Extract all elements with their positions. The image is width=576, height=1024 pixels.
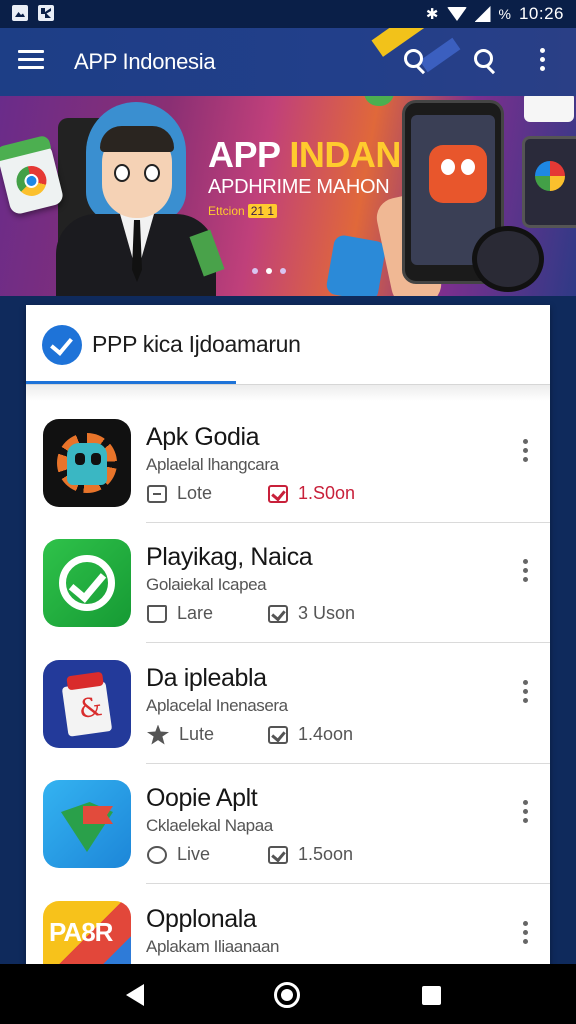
app-meta-status: Live	[147, 844, 210, 865]
app-meta-downloads: 1.5oon	[268, 844, 353, 865]
app-title: APP Indonesia	[74, 49, 216, 74]
item-more-icon[interactable]	[520, 559, 530, 585]
character-illustration	[34, 102, 216, 296]
app-icon[interactable]	[43, 419, 131, 507]
notification-icon	[38, 5, 54, 21]
navigation-bar	[0, 964, 576, 1024]
recents-icon[interactable]	[422, 986, 441, 1005]
item-more-icon[interactable]	[520, 921, 530, 947]
carousel-dot-active[interactable]	[266, 268, 272, 274]
card-title: PPP kica Ijdoamarun	[92, 331, 301, 357]
promo-banner[interactable]: APP INDAN APDHRIME MAHON Ettcion 21 1	[0, 96, 576, 296]
bluetooth-icon: ✱	[425, 6, 439, 23]
banner-badge: Ettcion 21 1	[208, 204, 278, 218]
app-meta-status: Lare	[147, 603, 213, 624]
tablet-illustration	[522, 136, 576, 228]
app-name: Playikag, Naica	[146, 543, 313, 571]
round-icon	[147, 845, 167, 864]
app-category: Cklaelekal Napaa	[146, 816, 273, 835]
signal-icon	[474, 6, 491, 22]
carousel-dots[interactable]	[252, 268, 286, 274]
app-icon[interactable]	[43, 660, 131, 748]
banner-subtitle: APDHRIME MAHON	[208, 176, 390, 198]
headset-illustration	[472, 226, 544, 292]
app-list-item[interactable]: Oopie Aplt Cklaelekal Napaa Live 1.5oon	[26, 764, 550, 884]
app-list-item[interactable]: PA8R Opplonala Aplakam Iliaanaan	[26, 885, 550, 970]
app-meta-downloads: 3 Uson	[268, 603, 355, 624]
download-icon	[268, 845, 288, 864]
back-icon[interactable]	[126, 984, 144, 1006]
item-more-icon[interactable]	[520, 800, 530, 826]
app-list-card: PPP kica Ijdoamarun Apk Godia Aplaelal l…	[26, 305, 550, 970]
app-icon[interactable]	[43, 539, 131, 627]
download-icon	[268, 604, 288, 623]
app-category: Golaiekal Icapea	[146, 575, 267, 594]
status-bar: ✱ % 10:26	[0, 0, 576, 28]
app-meta-status: Lote	[147, 483, 212, 504]
app-icon[interactable]: PA8R	[43, 901, 131, 970]
app-meta-downloads: 1.4oon	[268, 724, 353, 745]
clock: 10:26	[518, 4, 564, 23]
decorative-app-icon	[524, 96, 574, 122]
app-category: Aplaelal lhangcara	[146, 455, 279, 474]
app-name: Apk Godia	[146, 423, 260, 451]
app-list-item[interactable]: Da ipleabla Aplacelal Inenasera Lute 1.4…	[26, 644, 550, 764]
app-name: Oopie Aplt	[146, 784, 258, 812]
app-name: Da ipleabla	[146, 664, 267, 692]
item-more-icon[interactable]	[520, 439, 530, 465]
app-icon[interactable]	[43, 780, 131, 868]
wifi-icon	[446, 7, 467, 21]
carousel-dot[interactable]	[280, 268, 286, 274]
app-meta-status: Lute	[147, 724, 214, 745]
app-category: Aplacelal Inenasera	[146, 696, 288, 715]
item-more-icon[interactable]	[520, 680, 530, 706]
app-list-item[interactable]: Apk Godia Aplaelal lhangcara Lote 1.S0on	[26, 403, 550, 523]
bag-icon	[147, 604, 167, 623]
verified-check-icon	[42, 325, 82, 365]
app-category: Aplakam Iliaanaan	[146, 937, 280, 956]
download-icon	[268, 484, 288, 503]
search-icon[interactable]	[404, 49, 426, 75]
decorative-app-icon	[364, 96, 394, 106]
home-icon[interactable]	[274, 982, 300, 1008]
device-illustration	[325, 233, 387, 296]
menu-icon[interactable]	[18, 50, 44, 70]
app-meta-downloads: 1.S0on	[268, 483, 355, 504]
more-options-icon[interactable]	[538, 48, 546, 74]
search-icon[interactable]	[474, 49, 496, 75]
carousel-dot[interactable]	[252, 268, 258, 274]
card-header: PPP kica Ijdoamarun	[26, 305, 550, 387]
star-icon	[147, 724, 169, 745]
download-icon	[268, 725, 288, 744]
photo-icon	[12, 5, 28, 21]
app-list-item[interactable]: Playikag, Naica Golaiekal Icapea Lare 3 …	[26, 523, 550, 643]
battery-indicator: %	[498, 6, 511, 22]
banner-title: APP INDAN	[208, 134, 401, 175]
app-name: Opplonala	[146, 905, 257, 933]
box-icon	[147, 484, 167, 503]
app-bar: APP Indonesia	[0, 28, 576, 96]
